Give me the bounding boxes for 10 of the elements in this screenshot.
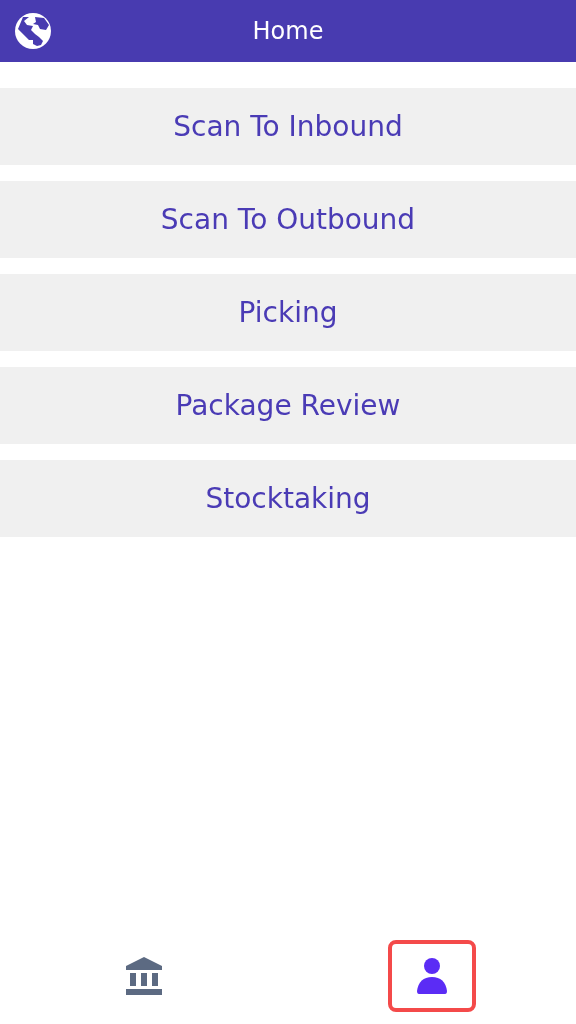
menu-button[interactable]: Package Review: [0, 367, 576, 444]
bank-icon: [126, 957, 162, 995]
menu-button[interactable]: Stocktaking: [0, 460, 576, 537]
person-icon: [417, 958, 447, 994]
globe-icon[interactable]: [13, 11, 53, 51]
menu-button[interactable]: Scan To Outbound: [0, 181, 576, 258]
menu-button[interactable]: Picking: [0, 274, 576, 351]
tab-button[interactable]: [388, 940, 476, 1012]
page-title: Home: [252, 16, 324, 47]
menu-button[interactable]: Scan To Inbound: [0, 88, 576, 165]
